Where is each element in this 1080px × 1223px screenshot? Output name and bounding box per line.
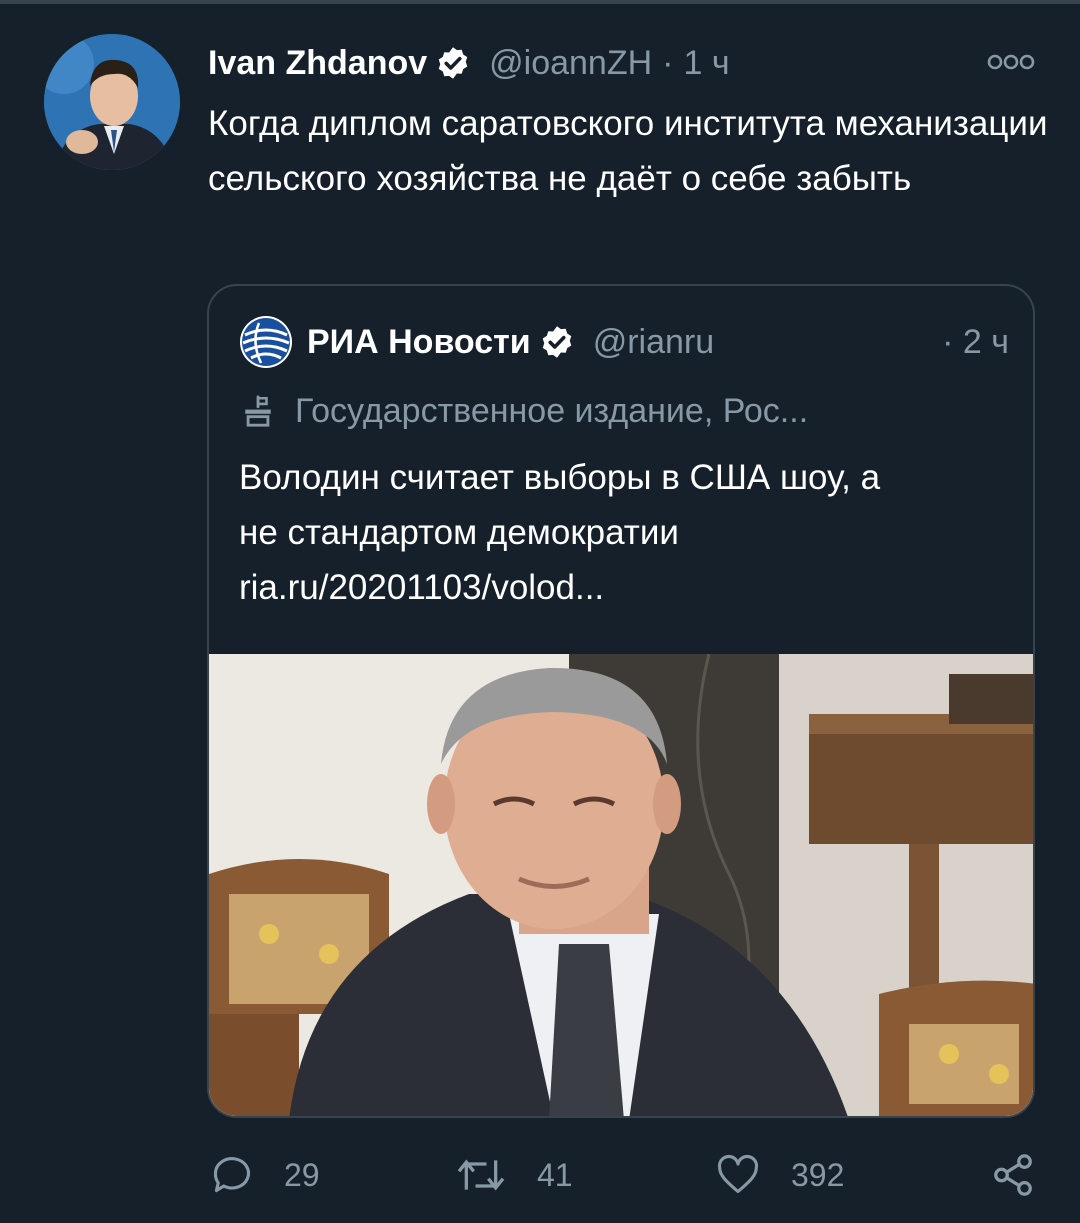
tweet-header: Ivan Zhdanov @ioannZH · 1 ч <box>208 38 730 88</box>
author-avatar[interactable] <box>44 34 180 170</box>
quote-text-line: Володин считает выборы в США шоу, а <box>239 458 881 497</box>
retweet-button[interactable]: 41 <box>455 1148 573 1202</box>
more-options-icon[interactable] <box>986 52 1036 72</box>
tweet-text: Когда диплом саратовского института меха… <box>208 104 1048 198</box>
quote-text-line: не стандартом демократии <box>239 513 679 552</box>
retweet-icon <box>457 1159 505 1191</box>
separator-dot: · <box>662 43 674 82</box>
heart-icon <box>717 1154 759 1194</box>
reply-icon <box>213 1157 250 1193</box>
retweet-count: 41 <box>537 1156 573 1193</box>
like-count: 392 <box>791 1156 845 1193</box>
share-icon <box>994 1154 1032 1196</box>
reply-button[interactable]: 29 <box>210 1148 320 1202</box>
share-button[interactable] <box>990 1148 1066 1202</box>
tweet-actions: 29 41 392 <box>210 1148 1040 1202</box>
author-handle[interactable]: @ioannZH <box>489 44 652 83</box>
verified-badge-icon <box>539 324 575 360</box>
verified-badge-icon <box>435 45 471 81</box>
reply-count: 29 <box>284 1156 320 1193</box>
quote-header: РИА Новости @rianru · 2 ч <box>239 314 1009 370</box>
top-divider <box>0 0 1080 4</box>
quote-text: Володин считает выборы в США шоу, а не с… <box>239 450 1009 615</box>
quote-photo[interactable] <box>209 654 1033 1116</box>
like-button[interactable]: 392 <box>715 1148 844 1202</box>
ria-logo-icon[interactable] <box>239 315 293 369</box>
state-media-label[interactable]: Государственное издание, Рос... <box>241 386 808 436</box>
state-media-label-text: Государственное издание, Рос... <box>295 391 809 430</box>
author-name[interactable]: Ivan Zhdanov <box>208 44 427 83</box>
quote-tweet-card[interactable]: РИА Новости @rianru · 2 ч Государственно… <box>207 284 1035 1118</box>
quote-author-name[interactable]: РИА Новости <box>307 323 531 362</box>
quote-time[interactable]: · 2 ч <box>942 323 1009 362</box>
state-media-icon <box>245 395 271 427</box>
tweet-time[interactable]: 1 ч <box>684 44 730 83</box>
quote-author-handle[interactable]: @rianru <box>593 323 714 362</box>
quote-link[interactable]: ria.ru/20201103/volod... <box>239 560 1009 615</box>
